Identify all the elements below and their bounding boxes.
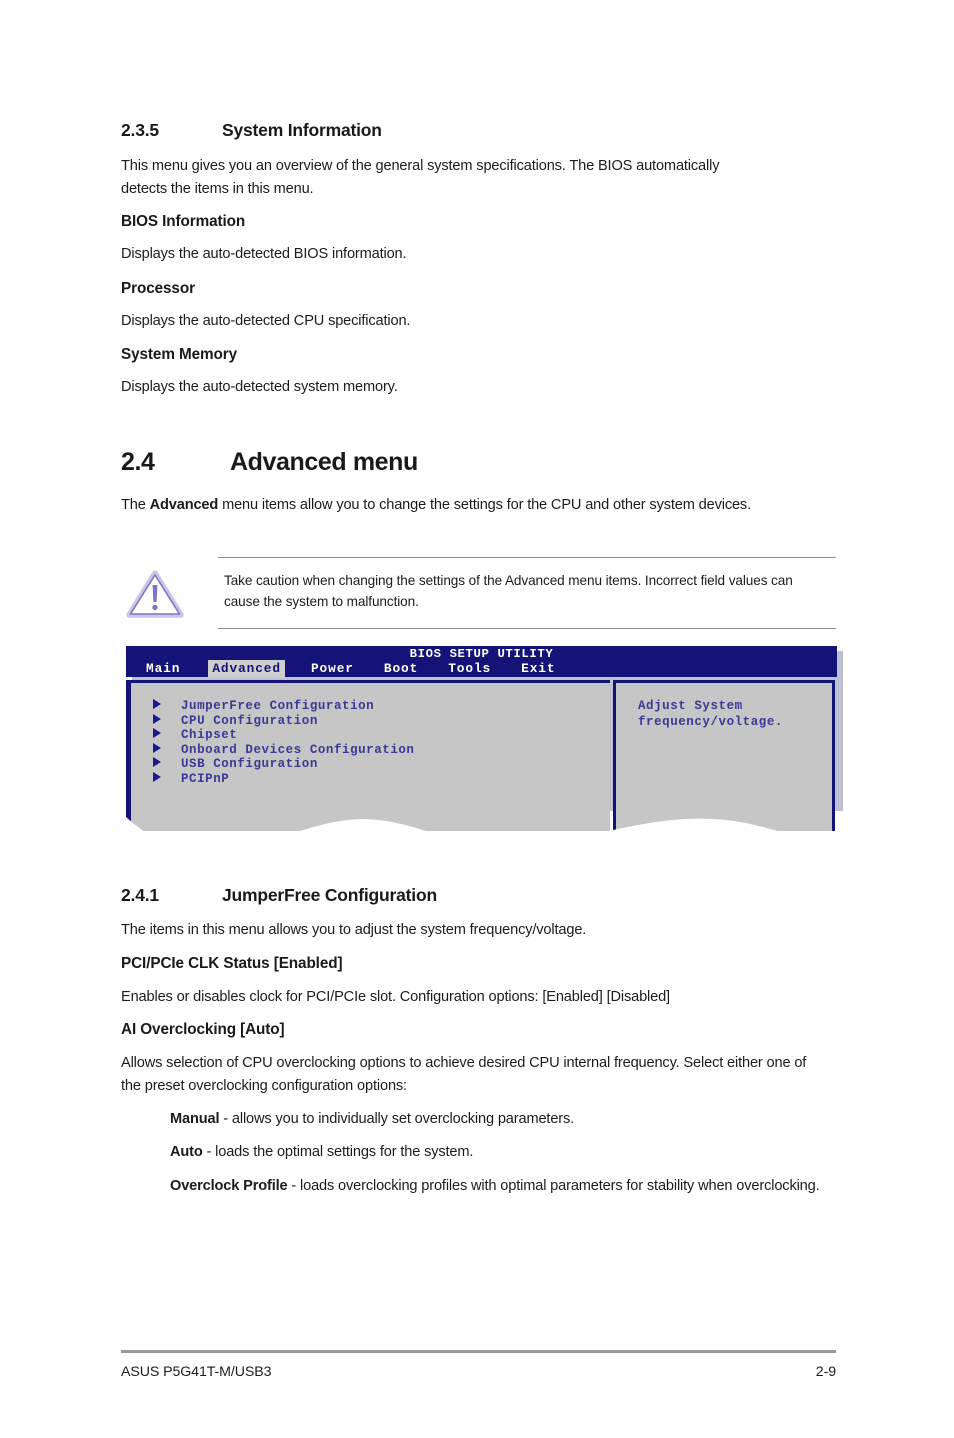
bios-utility-title: BIOS SETUP UTILITY	[409, 647, 554, 661]
list-item-auto: Auto - loads the optimal settings for th…	[170, 1141, 825, 1164]
bios-menu-item-chipset[interactable]: Chipset	[153, 728, 415, 743]
intro-text-rest: menu items allow you to change the setti…	[218, 497, 751, 513]
bios-tab-power[interactable]: Power	[307, 660, 358, 678]
subheading-bios-information: BIOS Information	[121, 213, 246, 230]
option-description: - loads the optimal settings for the sys…	[202, 1144, 474, 1160]
caution-note-text: Take caution when changing the settings …	[224, 573, 793, 609]
paragraph-processor: Displays the auto-detected CPU specifica…	[121, 313, 411, 329]
intro-text-bold: Advanced	[149, 497, 219, 513]
bios-menu-item-jumperfree[interactable]: JumperFree Configuration	[153, 699, 415, 714]
bios-menu-item-onboard-devices[interactable]: Onboard Devices Configuration	[153, 742, 415, 758]
bios-menu-item-cpu[interactable]: CPU Configuration	[153, 713, 415, 729]
paragraph-system-information-intro: This menu gives you an overview of the g…	[121, 158, 720, 197]
bios-menu-item-label: Onboard Devices Configuration	[181, 742, 415, 757]
bios-menu-item-label: USB Configuration	[181, 757, 318, 772]
subheading-ai-overclocking: AI Overclocking [Auto]	[121, 1021, 285, 1038]
bios-tab-main[interactable]: Main	[142, 660, 184, 678]
bios-setup-screenshot: BIOS SETUP UTILITY Main Advanced Power Boot…	[126, 646, 843, 831]
bios-torn-edge	[126, 801, 837, 831]
triangle-right-icon	[153, 699, 161, 709]
list-item-overclock-profile: Overclock Profile - loads overclocking p…	[170, 1175, 825, 1198]
caution-triangle-icon	[126, 569, 184, 619]
bios-menu-item-label: Chipset	[181, 728, 238, 743]
triangle-right-icon	[153, 742, 161, 753]
option-name: Overclock Profile	[170, 1178, 288, 1194]
bios-help-text: Adjust System frequency/voltage.	[638, 699, 783, 729]
paragraph-jumperfree-intro: The items in this menu allows you to adj…	[121, 922, 587, 938]
caution-note: Take caution when changing the settings …	[121, 557, 836, 629]
heading-advanced-menu: 2.4 Advanced menu	[121, 448, 418, 477]
note-rule-bottom	[218, 628, 836, 629]
bios-header-bar: BIOS SETUP UTILITY Main Advanced Power Boot…	[126, 646, 837, 678]
heading-title: System Information	[222, 120, 382, 140]
option-name: Auto	[170, 1144, 203, 1160]
paragraph-system-memory: Displays the auto-detected system memory…	[121, 379, 398, 395]
footer-model-name: ASUS P5G41T-M/USB3	[121, 1364, 272, 1380]
note-rule-top	[218, 557, 836, 558]
bios-tab-exit[interactable]: Exit	[517, 660, 559, 678]
heading-number: 2.3.5	[121, 120, 159, 140]
bios-menu-item-label: CPU Configuration	[181, 713, 318, 728]
bios-body: JumperFree Configuration CPU Configurati…	[126, 677, 837, 831]
heading-number: 2.4	[121, 448, 155, 476]
bios-menu-item-pcipnp[interactable]: PCIPnP	[153, 771, 415, 787]
bios-menu-list: JumperFree Configuration CPU Configurati…	[153, 699, 415, 787]
paragraph-pci-clk-status: Enables or disables clock for PCI/PCIe s…	[121, 989, 670, 1005]
paragraph-ai-overclocking: Allows selection of CPU overclocking opt…	[121, 1055, 807, 1094]
list-item-manual: Manual - allows you to individually set …	[170, 1108, 825, 1131]
option-description: - loads overclocking profiles with optim…	[287, 1178, 820, 1194]
bios-menu-item-label: JumperFree Configuration	[181, 699, 375, 713]
heading-title: JumperFree Configuration	[222, 885, 437, 905]
triangle-right-icon	[153, 713, 161, 724]
paragraph-advanced-menu-intro: The Advanced menu items allow you to cha…	[121, 494, 821, 517]
bios-menu-item-label: PCIPnP	[181, 771, 230, 786]
intro-text-lead: The	[121, 497, 150, 513]
heading-jumperfree-configuration: 2.4.1 JumperFree Configuration	[121, 885, 437, 906]
heading-system-information: 2.3.5 System Information	[121, 120, 382, 141]
footer-divider	[121, 1350, 836, 1353]
subheading-processor: Processor	[121, 280, 195, 297]
triangle-right-icon	[153, 757, 161, 768]
subheading-pci-clk-status: PCI/PCIe CLK Status [Enabled]	[121, 955, 343, 972]
bios-tab-bar: Main Advanced Power Boot Tools Exit	[142, 660, 559, 678]
bios-tab-tools[interactable]: Tools	[444, 660, 495, 678]
heading-title: Advanced menu	[230, 448, 418, 476]
option-name: Manual	[170, 1111, 220, 1127]
subheading-system-memory: System Memory	[121, 346, 238, 363]
footer-page-number: 2-9	[815, 1364, 836, 1380]
bios-menu-item-usb[interactable]: USB Configuration	[153, 757, 415, 772]
option-description: - allows you to individually set overclo…	[219, 1111, 575, 1127]
bios-tab-boot[interactable]: Boot	[380, 660, 422, 678]
triangle-right-icon	[153, 728, 161, 739]
triangle-right-icon	[153, 771, 161, 782]
paragraph-bios-information: Displays the auto-detected BIOS informat…	[121, 246, 407, 262]
bios-tab-advanced[interactable]: Advanced	[208, 660, 285, 678]
heading-number: 2.4.1	[121, 885, 159, 905]
document-page: 2.3.5 System Information This menu gives …	[0, 0, 954, 1438]
